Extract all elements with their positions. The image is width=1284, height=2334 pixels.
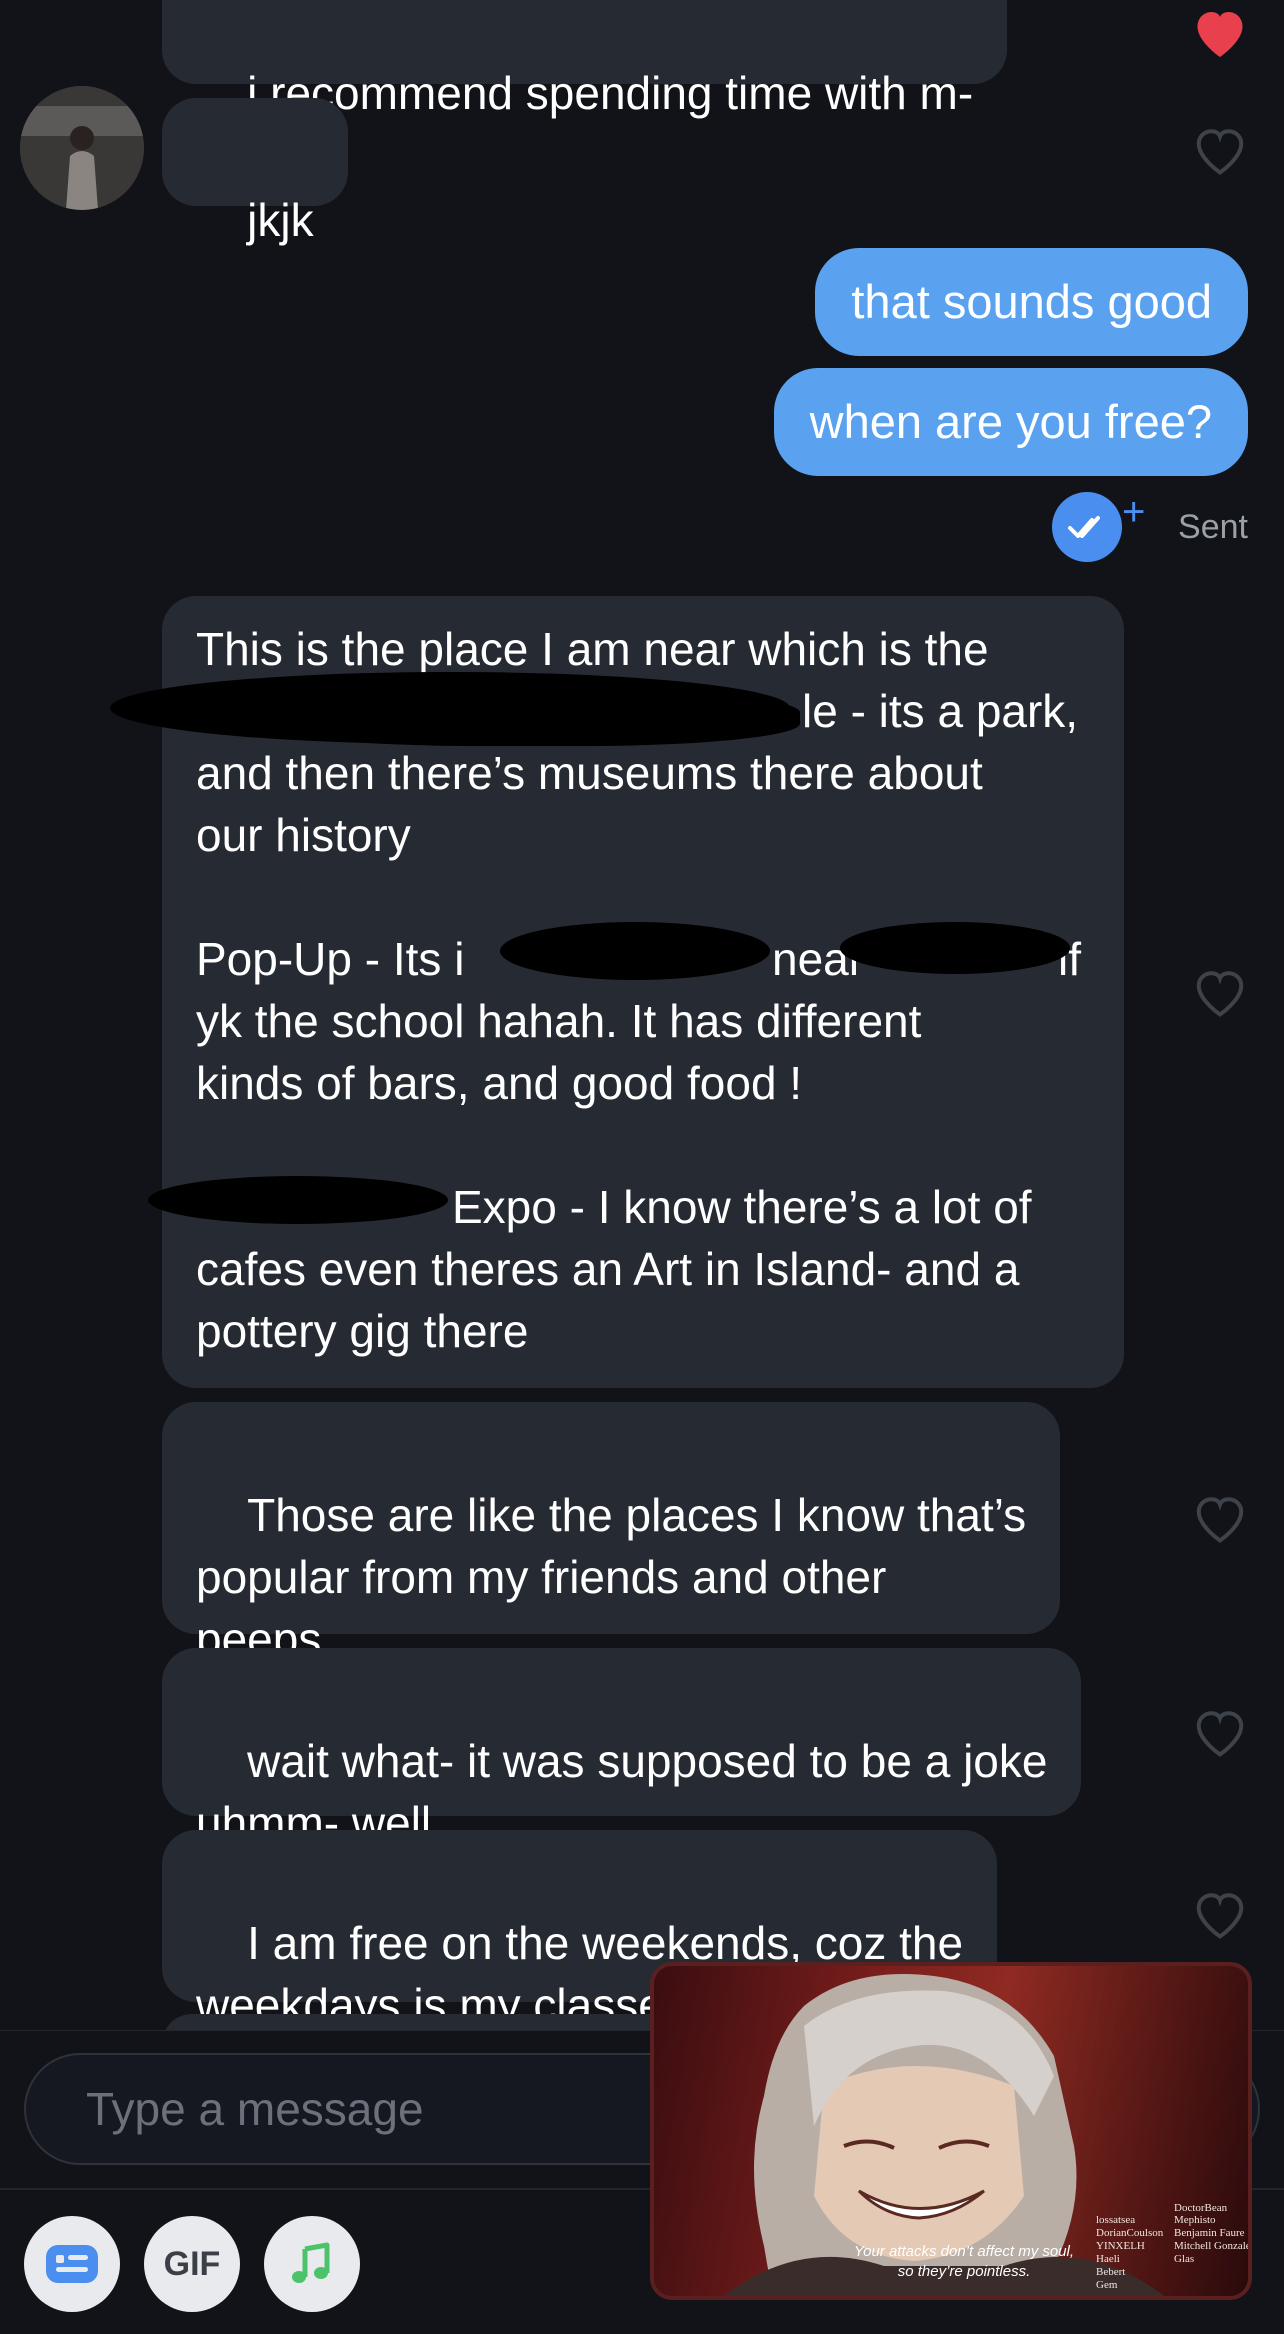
gif-label: GIF: [163, 2244, 221, 2283]
message-bubble[interactable]: i recommend spending time with m-: [162, 0, 1008, 119]
double-check-icon: [1052, 492, 1123, 562]
message-line: pottery gig there: [196, 1305, 529, 1357]
music-button[interactable]: [264, 2216, 360, 2312]
subtitle-line: Your attacks don’t affect my soul,: [853, 2243, 1075, 2260]
subtitle-line: so they’re pointless.: [897, 2263, 1031, 2280]
sent-label: Sent: [1178, 507, 1248, 546]
message-line: le - its a park,: [802, 685, 1079, 737]
message-line: kinds of bars, and good food !: [196, 1057, 803, 1109]
redaction-mark: [500, 922, 770, 980]
heart-outline-icon[interactable]: [1190, 964, 1250, 1020]
message-text: i recommend spending time with m-: [247, 67, 974, 119]
avatar-photo: [20, 86, 144, 210]
message-text: jkjk: [247, 194, 314, 246]
redaction-mark: [260, 690, 800, 746]
message-bubble[interactable]: wait what- it was supposed to be a joke …: [162, 1648, 1082, 1849]
message-line: Expo - I know there’s a lot of: [452, 1181, 1032, 1233]
message-line: yk the school hahah. It has different: [196, 995, 922, 1047]
heart-filled-icon[interactable]: [1190, 4, 1250, 60]
message-line: and then there’s museums there about: [196, 747, 983, 799]
avatar[interactable]: [20, 86, 144, 210]
message-line: Pop-Up - Its i: [196, 933, 465, 985]
credits-column: Mephisto Benjamin Faure Mitchell Gonzale…: [1174, 2214, 1252, 2265]
message-text: when are you free?: [809, 395, 1212, 448]
message-bubble[interactable]: Those are like the places I know that’s …: [162, 1402, 1061, 1665]
message-input-placeholder: Type a message: [86, 2083, 424, 2135]
message-bubble-outgoing[interactable]: when are you free?: [773, 368, 1248, 476]
heart-outline-icon[interactable]: [1190, 122, 1250, 178]
contact-card-button[interactable]: [24, 2216, 120, 2312]
video-subtitle: Your attacks don’t affect my soul, so th…: [814, 2242, 1114, 2282]
heart-outline-icon[interactable]: [1190, 1886, 1250, 1942]
music-note-icon: [292, 2242, 330, 2283]
picture-in-picture-video[interactable]: lossatsea DorianCoulson YINXELH Haeli Be…: [650, 1962, 1252, 2300]
heart-outline-icon[interactable]: [1190, 1490, 1250, 1546]
message-text: Those are like the places I know that’s …: [196, 1489, 1027, 1665]
message-line: our history: [196, 809, 411, 861]
message-line: cafes even theres an Art in Island- and …: [196, 1243, 1020, 1295]
plus-icon[interactable]: +: [1122, 492, 1145, 532]
chat-thread[interactable]: i recommend spending time with m- jkjk t…: [0, 0, 1284, 2030]
heart-outline-icon[interactable]: [1190, 1704, 1250, 1760]
credits-column: DoctorBean: [1174, 2202, 1228, 2214]
message-bubble-outgoing[interactable]: that sounds good: [815, 248, 1248, 356]
message-text: that sounds good: [851, 275, 1212, 328]
redaction-mark: [840, 922, 1070, 974]
message-line: This is the place I am near which is the: [196, 623, 989, 675]
redaction-mark: [148, 1176, 448, 1224]
contact-card-icon: [46, 2245, 98, 2283]
sent-status: Sent: [1052, 492, 1248, 562]
message-bubble[interactable]: jkjk: [162, 98, 348, 246]
gif-button[interactable]: GIF: [144, 2216, 240, 2312]
